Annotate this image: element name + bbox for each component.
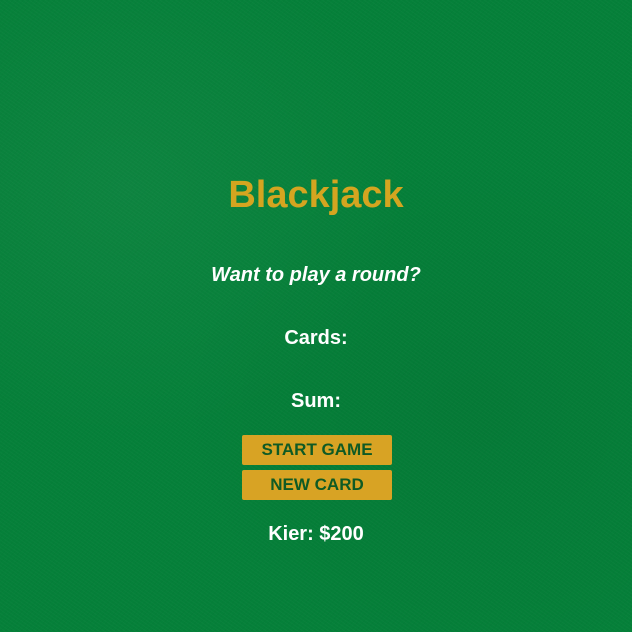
- sum-display: Sum:: [291, 390, 341, 412]
- game-title: Blackjack: [228, 174, 404, 216]
- game-message: Want to play a round?: [211, 264, 421, 286]
- blackjack-game: Blackjack Want to play a round? Cards: S…: [0, 0, 632, 632]
- start-game-button[interactable]: START GAME: [242, 435, 392, 465]
- player-chips: Kier: $200: [268, 523, 364, 545]
- new-card-button[interactable]: NEW CARD: [242, 470, 392, 500]
- cards-display: Cards:: [284, 327, 348, 349]
